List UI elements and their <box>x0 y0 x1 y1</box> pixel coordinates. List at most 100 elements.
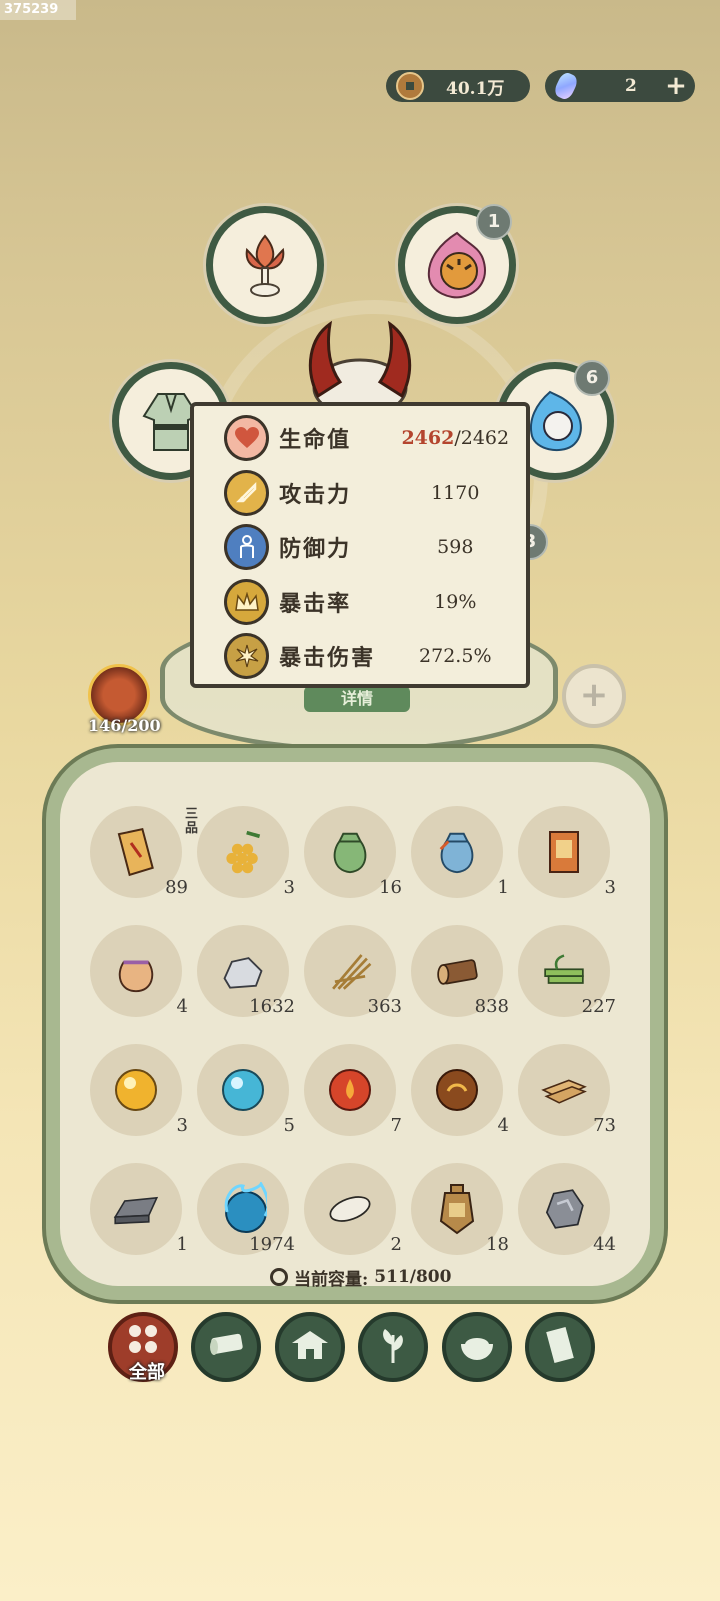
item-count: 18 <box>486 1234 509 1255</box>
item-count: 4 <box>176 996 188 1017</box>
sword-icon <box>224 470 270 516</box>
coin-icon <box>396 72 424 100</box>
item-count: 4 <box>497 1115 509 1136</box>
tab-house[interactable] <box>275 1312 345 1382</box>
gem-amount: 2 <box>625 76 637 96</box>
rice-grain-icon <box>326 1185 374 1233</box>
grid-icon <box>123 1319 163 1363</box>
brown-orb-icon <box>433 1066 481 1114</box>
inventory-item[interactable]: 73 <box>518 1044 616 1136</box>
inventory-item[interactable]: 1974 <box>197 1163 295 1255</box>
inventory-item[interactable]: 1632 <box>197 925 295 1017</box>
coin-amount: 40.1万 <box>446 78 505 99</box>
hp-max: /2462 <box>454 427 510 449</box>
iron-ingot-icon <box>112 1185 160 1233</box>
capacity-indicator: 当前容量: 511/800 <box>270 1264 451 1290</box>
item-count: 1 <box>176 1234 188 1255</box>
equip-slot-lotus[interactable] <box>206 206 324 324</box>
stats-popup: 生命值 2462/2462 攻击力 1170 防御力 598 暴击率 19% 暴… <box>190 402 530 688</box>
bowl-tab-icon <box>457 1328 497 1366</box>
item-count: 16 <box>379 877 402 898</box>
bamboo-icon <box>540 947 588 995</box>
gold-orb-icon <box>112 1066 160 1114</box>
item-count: 1974 <box>249 1234 295 1255</box>
stat-value-hp: 2462/2462 <box>397 427 514 449</box>
talisman-icon <box>540 828 588 876</box>
blue-pouch-icon <box>433 828 481 876</box>
stone-icon <box>219 947 267 995</box>
inventory-item[interactable]: 18 <box>411 1163 509 1255</box>
avatar-count: 146/200 <box>88 716 161 735</box>
item-count: 363 <box>367 996 402 1017</box>
coin-currency[interactable]: 40.1万 <box>386 70 530 102</box>
inventory-item[interactable]: 44 <box>518 1163 616 1255</box>
lotus-icon <box>245 234 285 297</box>
item-count: 89 <box>165 877 188 898</box>
tab-scroll[interactable] <box>525 1312 595 1382</box>
stat-label-hp: 生命值 <box>279 427 352 453</box>
item-count: 1632 <box>249 996 295 1017</box>
inventory-item[interactable]: 838 <box>411 925 509 1017</box>
capacity-label: 当前容量: <box>294 1269 369 1290</box>
debug-id: 375239 <box>0 0 76 20</box>
inventory-item[interactable]: 3 <box>518 806 616 898</box>
capacity-value: 511/800 <box>374 1267 452 1287</box>
inventory-item[interactable]: 16 <box>304 806 402 898</box>
inventory-item[interactable]: 363 <box>304 925 402 1017</box>
tab-bowl[interactable] <box>442 1312 512 1382</box>
inventory-item[interactable]: 2 <box>304 1163 402 1255</box>
detail-button[interactable]: 详情 <box>304 686 410 712</box>
inventory-item[interactable]: 89 <box>90 806 188 898</box>
herb-tab-icon <box>375 1325 411 1369</box>
stat-row-crit-rate: 暴击率 19% <box>224 578 514 626</box>
scroll-tab-icon <box>542 1325 578 1369</box>
item-count: 7 <box>390 1115 402 1136</box>
stat-row-attack: 攻击力 1170 <box>224 469 514 517</box>
heart-icon <box>224 415 270 461</box>
inventory-item[interactable]: 3 三品 <box>185 806 295 898</box>
item-count: 5 <box>283 1115 295 1136</box>
spirit-orb-icon <box>219 1182 267 1233</box>
inventory-item[interactable]: 4 <box>411 1044 509 1136</box>
gem-currency: 2 + <box>545 70 695 102</box>
tab-all[interactable]: 全部 <box>108 1312 178 1383</box>
tab-label: 全部 <box>129 1362 165 1383</box>
stat-row-defense: 防御力 598 <box>224 523 514 571</box>
companion-avatar[interactable]: 146/200 <box>88 664 161 735</box>
inventory-item[interactable]: 4 <box>90 925 188 1017</box>
cyan-orb-icon <box>219 1066 267 1114</box>
stat-label-crit-damage: 暴击伤害 <box>279 645 376 671</box>
red-orb-icon <box>326 1066 374 1114</box>
green-pouch-icon <box>326 828 374 876</box>
item-count: 2 <box>390 1234 402 1255</box>
stat-value-crit-rate: 19% <box>434 591 477 613</box>
add-slot-button[interactable]: + <box>562 664 626 728</box>
item-count: 44 <box>593 1234 616 1255</box>
log-icon <box>433 947 481 995</box>
item-count: 73 <box>593 1115 616 1136</box>
capacity-icon <box>270 1268 288 1286</box>
crown-icon <box>224 579 270 625</box>
inventory-item[interactable]: 5 <box>197 1044 295 1136</box>
purple-pouch-icon <box>112 947 160 995</box>
item-count: 838 <box>474 996 509 1017</box>
item-count: 1 <box>497 877 509 898</box>
hp-current: 2462 <box>401 427 455 449</box>
inventory-item[interactable]: 7 <box>304 1044 402 1136</box>
inventory-item[interactable]: 3 <box>90 1044 188 1136</box>
stat-row-hp: 生命值 2462/2462 <box>224 414 514 462</box>
character-horns <box>308 320 412 408</box>
item-count: 227 <box>581 996 616 1017</box>
stat-label-crit-rate: 暴击率 <box>279 591 352 617</box>
inventory-item[interactable]: 1 <box>90 1163 188 1255</box>
inventory-item[interactable]: 1 <box>411 806 509 898</box>
tab-herb[interactable] <box>358 1312 428 1382</box>
inventory-item[interactable]: 227 <box>518 925 616 1017</box>
item-count: 3 <box>604 877 616 898</box>
stat-row-crit-damage: 暴击伤害 272.5% <box>224 632 514 680</box>
tab-log[interactable] <box>191 1312 261 1382</box>
tiger-slot-badge: 1 <box>476 204 512 240</box>
item-count: 3 <box>283 877 295 898</box>
item-count: 3 <box>176 1115 188 1136</box>
add-gems-button[interactable]: + <box>663 73 689 99</box>
